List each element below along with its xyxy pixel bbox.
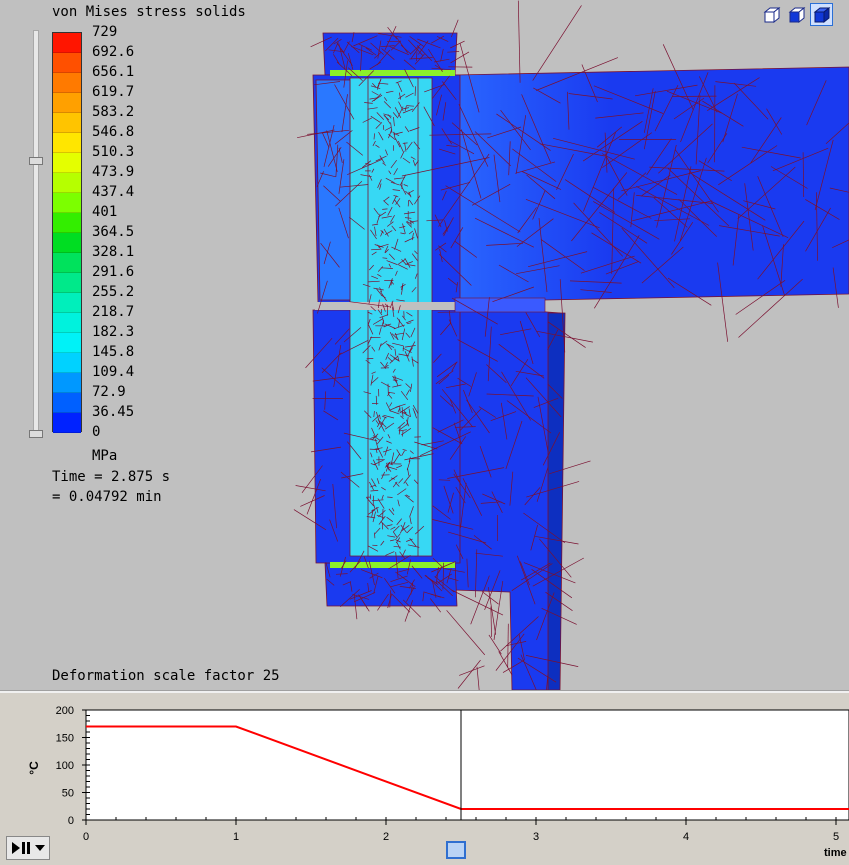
legend-value-label: 328.1: [92, 244, 135, 260]
wireframe-cube-icon: [763, 6, 780, 23]
legend-swatch: [53, 333, 81, 353]
legend-swatch: [53, 73, 81, 93]
bond-layer: [454, 297, 546, 313]
shaded-cube-icon: [813, 6, 830, 23]
legend-range-slider[interactable]: [33, 30, 39, 435]
legend-value-label: 364.5: [92, 224, 135, 240]
legend-value-label: 401: [92, 204, 118, 220]
legend-swatch: [53, 173, 81, 193]
legend-value-label: 182.3: [92, 324, 135, 340]
legend-swatch: [53, 313, 81, 333]
legend-color-bar: [52, 32, 82, 433]
legend-value-label: 218.7: [92, 304, 135, 320]
legend-swatch: [53, 213, 81, 233]
legend-swatch: [53, 233, 81, 253]
legend-swatch: [53, 193, 81, 213]
half-shaded-view-button[interactable]: [785, 3, 808, 26]
legend-value-label: 729: [92, 24, 118, 40]
legend-swatch: [53, 413, 81, 433]
shaded-view-button[interactable]: [810, 3, 833, 26]
lower-beam-edge: [547, 312, 566, 690]
legend-value-label: 255.2: [92, 284, 135, 300]
legend-swatch: [53, 273, 81, 293]
legend-title: von Mises stress solids: [52, 4, 246, 20]
legend-value-label: 145.8: [92, 344, 135, 360]
bolt-core: [367, 77, 419, 557]
legend-value-label: 0: [92, 424, 101, 440]
view-mode-buttons: [760, 3, 833, 26]
play-pause-button[interactable]: [6, 836, 50, 860]
legend-value-label: 510.3: [92, 144, 135, 160]
inner-strip-left: [349, 77, 371, 557]
legend-swatch: [53, 133, 81, 153]
half-shaded-cube-icon: [788, 6, 805, 23]
legend-value-label: 692.6: [92, 44, 135, 60]
legend-slider-upper-thumb[interactable]: [29, 157, 43, 165]
legend-value-label: 72.9: [92, 384, 126, 400]
chevron-down-icon: [35, 845, 45, 851]
legend-swatch: [53, 53, 81, 73]
legend-value-label: 109.4: [92, 364, 135, 380]
deformation-scale-label: Deformation scale factor 25: [52, 668, 280, 684]
legend-value-label: 291.6: [92, 264, 135, 280]
time-readout-minutes: = 0.04792 min: [52, 489, 162, 505]
wireframe-view-button[interactable]: [760, 3, 783, 26]
fea-viewport[interactable]: von Mises stress solids 729 692.6 656.1 619…: [0, 0, 849, 691]
time-position-handle[interactable]: [446, 841, 466, 859]
legend-swatch: [53, 93, 81, 113]
legend-swatch: [53, 113, 81, 133]
legend-swatch: [53, 293, 81, 313]
time-readout-seconds: Time = 2.875 s: [52, 469, 171, 485]
legend-swatch: [53, 253, 81, 273]
contact-band-bottom: [330, 562, 455, 568]
upper-beam: [454, 66, 849, 301]
legend-value-label: 437.4: [92, 184, 135, 200]
legend-unit: MPa: [92, 448, 118, 464]
legend-value-label: 583.2: [92, 104, 135, 120]
x-axis-unit-label: time: [824, 847, 847, 859]
legend-value-label: 619.7: [92, 84, 135, 100]
legend-swatch: [53, 373, 81, 393]
lower-beam: [454, 304, 561, 690]
legend-swatch: [53, 393, 81, 413]
legend-value-label: 656.1: [92, 64, 135, 80]
legend-swatch: [53, 33, 81, 53]
play-pause-icon: [12, 842, 30, 854]
legend-value-label: 36.45: [92, 404, 135, 420]
legend-slider-lower-thumb[interactable]: [29, 430, 43, 438]
legend-value-label: 546.8: [92, 124, 135, 140]
time-graph-panel: [0, 691, 849, 865]
legend-swatch: [53, 353, 81, 373]
legend-swatch: [53, 153, 81, 173]
legend-value-label: 473.9: [92, 164, 135, 180]
